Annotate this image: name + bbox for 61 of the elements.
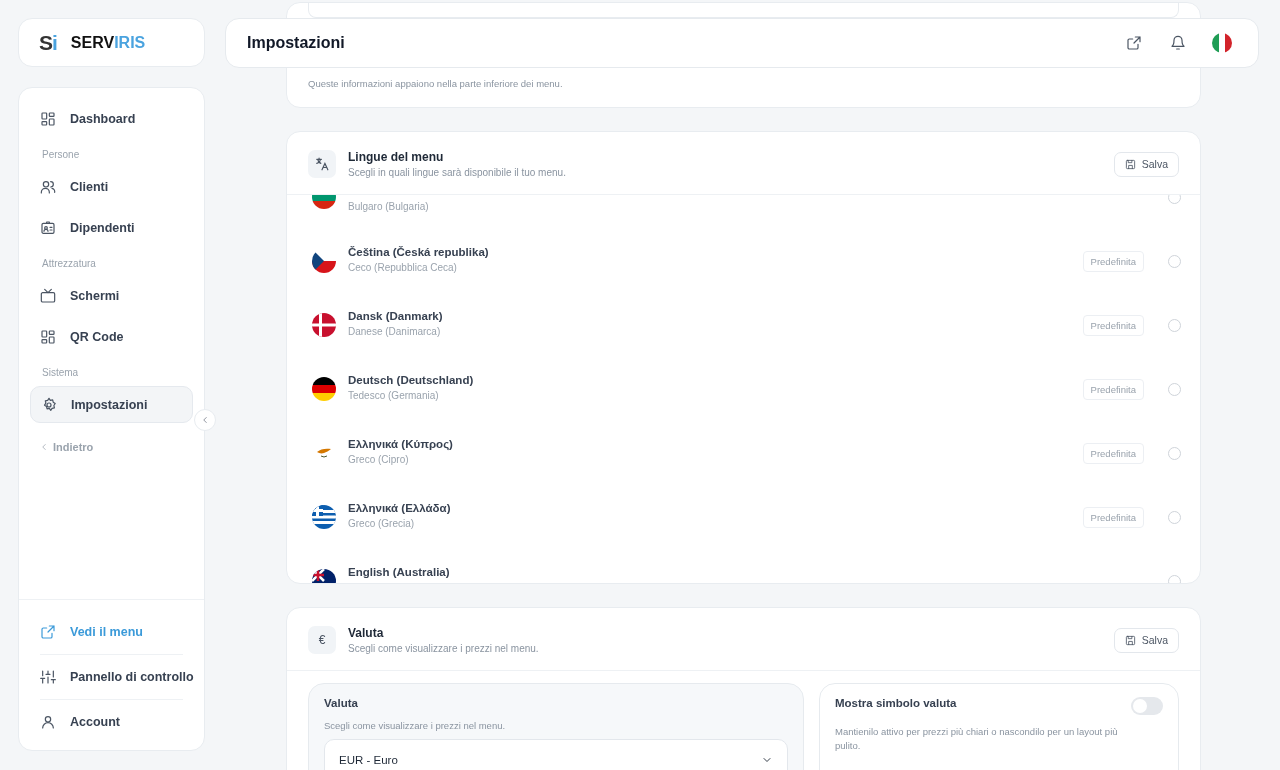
collapse-button[interactable] xyxy=(194,409,216,431)
language-name: English (Australia) xyxy=(348,566,451,578)
language-translation: Danese (Danimarca) xyxy=(348,326,442,337)
nav-item[interactable]: Dipendenti xyxy=(30,209,193,246)
nav-section-label: Persone xyxy=(41,148,81,162)
external-link-icon[interactable] xyxy=(1126,35,1142,51)
card-subtitle: Scegli in quali lingue sarà disponibile il tuo menu. xyxy=(348,167,567,178)
external-link-icon xyxy=(40,624,56,640)
currency-select[interactable]: EUR - Euro xyxy=(324,739,788,770)
card-hint: Queste informazioni appaiono nella parte inferiore dei menu. xyxy=(308,78,563,89)
save-button[interactable]: Salva xyxy=(1113,627,1179,653)
id-card-icon xyxy=(40,219,56,236)
language-name: Dansk (Danmark) xyxy=(348,310,444,322)
logo-mark: Si xyxy=(39,30,57,55)
notification-bell-icon[interactable] xyxy=(1170,35,1186,51)
language-translation: Bulgaro (Bulgaria) xyxy=(348,201,430,212)
card-title: Lingue del menu xyxy=(348,150,445,164)
flag-icon xyxy=(312,505,336,529)
brand-name: SERVIRIS xyxy=(70,33,146,52)
nav-item[interactable]: Schermi xyxy=(30,277,193,314)
language-name: Deutsch (Deutschland) xyxy=(348,374,475,386)
language-name: Čeština (Česká republika) xyxy=(348,246,490,258)
panel-title: Mostra simbolo valuta xyxy=(835,697,957,709)
language-name: Ελληνικά (Ελλάδα) xyxy=(348,502,452,514)
language-translation: Greco (Grecia) xyxy=(348,518,416,529)
panel-title: Valuta xyxy=(324,697,358,709)
panel-hint: Mantienilo attivo per prezzi più chiari o nascondilo per un layout più pulito. xyxy=(835,725,1119,753)
card-subtitle: Scegli come visualizzare i prezzi nel menu. xyxy=(348,643,540,654)
chevron-left-icon xyxy=(39,442,49,452)
flag-icon xyxy=(312,377,336,401)
save-icon xyxy=(1124,634,1136,646)
flag-icon[interactable] xyxy=(1212,33,1232,53)
toggle-switch[interactable] xyxy=(1131,697,1163,715)
chevron-left-icon xyxy=(200,415,210,425)
panel-hint: Scegli come visualizzare i prezzi nel menu. xyxy=(324,719,507,733)
tv-icon xyxy=(40,287,56,304)
nav-item[interactable]: Clienti xyxy=(30,168,193,205)
language-translation: Greco (Cipro) xyxy=(348,454,410,465)
save-icon xyxy=(1124,158,1136,170)
currency-icon: € xyxy=(308,626,336,654)
card-title: Valuta xyxy=(348,626,385,640)
user-icon xyxy=(40,714,56,730)
settings-icon xyxy=(41,396,57,413)
nav-section-label: Sistema xyxy=(41,366,80,380)
grid-icon xyxy=(40,110,56,127)
nav-item[interactable]: Impostazioni xyxy=(30,386,193,423)
sliders-icon xyxy=(40,669,56,685)
language-translation: Tedesco (Germania) xyxy=(348,390,440,401)
save-button[interactable]: Salva xyxy=(1113,151,1179,177)
nav-item[interactable]: Dashboard xyxy=(30,100,193,137)
translate-icon xyxy=(308,150,336,178)
language-name: Ελληνικά (Κύπρος) xyxy=(348,438,454,450)
page-title: Impostazioni xyxy=(247,34,346,52)
users-icon xyxy=(40,178,56,195)
flag-icon xyxy=(312,313,336,337)
language-translation: Ceco (Repubblica Ceca) xyxy=(348,262,458,273)
nav-item[interactable]: Account xyxy=(30,702,193,742)
nav-item[interactable]: Pannello di controllo xyxy=(30,657,193,697)
nav-section-label: Attrezzatura xyxy=(41,257,97,271)
nav-item[interactable]: QR Code xyxy=(30,318,193,355)
grid-icon xyxy=(40,328,56,345)
